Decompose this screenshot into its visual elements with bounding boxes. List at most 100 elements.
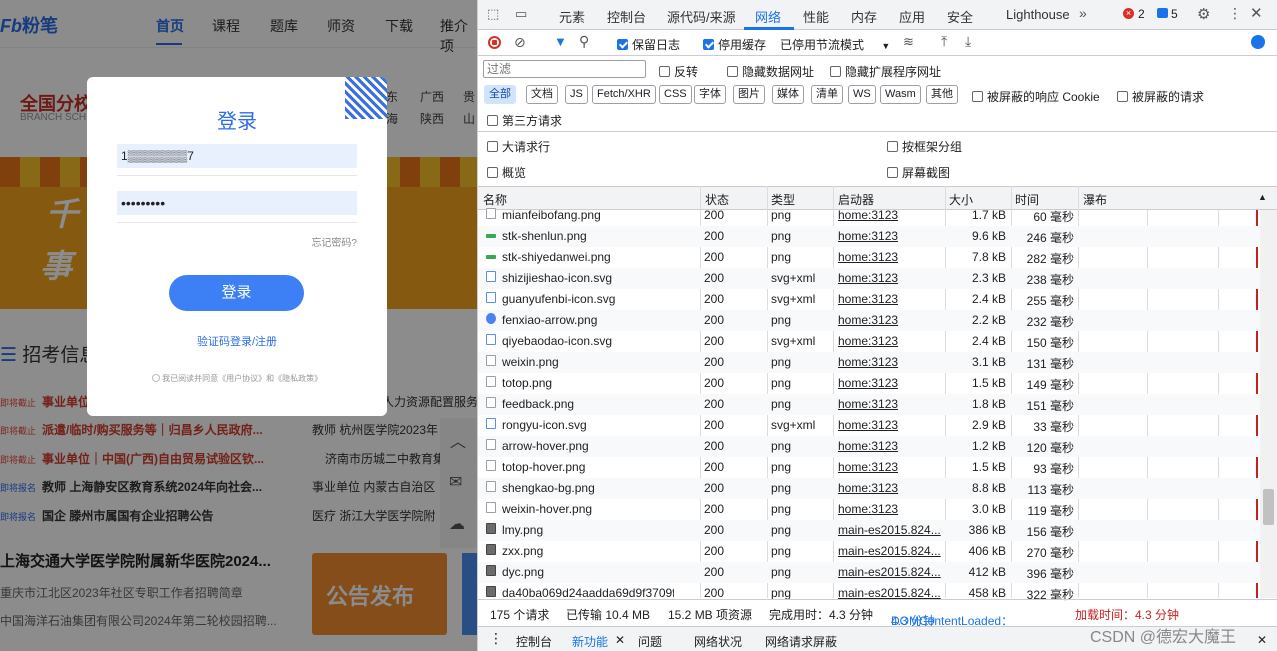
tab-console[interactable]: 控制台 — [607, 7, 646, 26]
table-row[interactable]: dyc.png 200 png main-es2015.824... 412 kB 396… — [478, 562, 1260, 583]
table-scrollbar[interactable] — [1260, 210, 1277, 598]
drawer-tab-whats-new[interactable]: 新功能 — [572, 633, 608, 650]
table-row[interactable]: lmy.png 200 png main-es2015.824... 386 kB 156… — [478, 520, 1260, 541]
request-initiator[interactable]: home:3123 — [838, 229, 942, 243]
tab-network[interactable]: 网络 — [755, 7, 781, 26]
request-initiator[interactable]: main-es2015.824... — [838, 565, 942, 579]
tab-security[interactable]: 安全 — [947, 7, 973, 26]
sms-login-link[interactable]: 验证码登录/注册 — [87, 333, 387, 349]
close-drawer-icon[interactable]: ✕ — [1257, 633, 1267, 647]
tab-performance[interactable]: 性能 — [803, 7, 829, 26]
forgot-password-link[interactable]: 忘记密码? — [311, 234, 357, 249]
table-row[interactable]: arrow-hover.png 200 png home:3123 1.2 kB 120 … — [478, 436, 1260, 457]
tab-elements[interactable]: 元素 — [559, 7, 585, 26]
drawer-tab-request-blocking[interactable]: 网络请求屏蔽 — [765, 633, 837, 650]
request-initiator[interactable]: home:3123 — [838, 502, 942, 516]
request-initiator[interactable]: home:3123 — [838, 397, 942, 411]
filter-input[interactable] — [483, 60, 646, 78]
overview-checkbox[interactable]: 概览 — [487, 164, 526, 181]
table-row[interactable]: stk-shiyedanwei.png 200 png home:3123 7.8 kB… — [478, 247, 1260, 268]
login-button[interactable]: 登录 — [169, 275, 304, 311]
table-row[interactable]: shizijieshao-icon.svg 200 svg+xml home:3123… — [478, 268, 1260, 289]
drawer-tab-network-conditions[interactable]: 网络状况 — [694, 633, 742, 650]
preserve-log-checkbox[interactable]: 保留日志 — [617, 36, 680, 53]
table-row[interactable]: weixin.png 200 png home:3123 3.1 kB 131 毫秒 — [478, 352, 1260, 373]
type-filter-ws[interactable]: WS — [848, 85, 876, 104]
export-har-icon[interactable]: ⤓ — [965, 33, 971, 50]
message-count[interactable]: 5 — [1171, 7, 1178, 21]
table-row[interactable]: zxx.png 200 png main-es2015.824... 406 kB 270… — [478, 541, 1260, 562]
error-icon[interactable]: × — [1123, 8, 1134, 19]
table-row[interactable]: fenxiao-arrow.png 200 png home:3123 2.2 kB 23… — [478, 310, 1260, 331]
tab-memory[interactable]: 内存 — [851, 7, 877, 26]
request-initiator[interactable]: home:3123 — [838, 334, 942, 348]
table-row[interactable]: stk-shenlun.png 200 png home:3123 9.6 kB 246 … — [478, 226, 1260, 247]
filter-icon[interactable]: ▼ — [554, 34, 567, 49]
table-row[interactable]: shengkao-bg.png 200 png home:3123 8.8 kB 113 … — [478, 478, 1260, 499]
request-initiator[interactable]: main-es2015.824... — [838, 544, 942, 558]
request-initiator[interactable]: home:3123 — [838, 313, 942, 327]
scrollbar-thumb[interactable] — [1263, 489, 1274, 525]
settings-gear-icon[interactable]: ⚙ — [1197, 5, 1210, 23]
request-initiator[interactable]: home:3123 — [838, 376, 942, 390]
request-initiator[interactable]: main-es2015.824... — [838, 523, 942, 537]
password-input[interactable] — [117, 191, 357, 215]
table-row[interactable]: rongyu-icon.svg 200 svg+xml home:3123 2.9 kB… — [478, 415, 1260, 436]
request-initiator[interactable]: home:3123 — [838, 292, 942, 306]
type-filter-manifest[interactable]: 清单 — [811, 85, 843, 104]
drawer-tab-close-icon[interactable]: ✕ — [615, 633, 625, 647]
request-initiator[interactable]: home:3123 — [838, 481, 942, 495]
blocked-cookies-checkbox[interactable]: 被屏蔽的响应 Cookie — [972, 88, 1100, 105]
table-row[interactable]: mianfeibofang.png 200 png home:3123 1.7 kB 60… — [478, 205, 1260, 226]
hide-extension-urls-checkbox[interactable]: 隐藏扩展程序网址 — [830, 63, 941, 80]
request-initiator[interactable]: home:3123 — [838, 208, 942, 222]
network-settings-icon[interactable] — [1251, 35, 1265, 49]
close-devtools-icon[interactable]: ✕ — [1250, 4, 1263, 22]
search-icon[interactable]: ⚲ — [579, 33, 589, 50]
type-filter-js[interactable]: JS — [565, 85, 588, 104]
import-har-icon[interactable]: ⤒ — [941, 33, 947, 50]
table-row[interactable]: weixin-hover.png 200 png home:3123 3.0 kB 119… — [478, 499, 1260, 520]
big-request-rows-checkbox[interactable]: 大请求行 — [487, 138, 550, 155]
request-initiator[interactable]: home:3123 — [838, 439, 942, 453]
type-filter-fetch[interactable]: Fetch/XHR — [592, 85, 656, 104]
type-filter-other[interactable]: 其他 — [926, 85, 958, 104]
request-initiator[interactable]: home:3123 — [838, 418, 942, 432]
throttle-select[interactable]: 已停用节流模式 ▼ — [780, 36, 890, 53]
record-icon[interactable] — [488, 36, 501, 49]
type-filter-img[interactable]: 图片 — [733, 85, 765, 104]
phone-input[interactable] — [117, 144, 357, 168]
more-tabs-icon[interactable]: » — [1079, 5, 1087, 21]
table-row[interactable]: totop.png 200 png home:3123 1.5 kB 149 毫秒 — [478, 373, 1260, 394]
request-initiator[interactable]: home:3123 — [838, 460, 942, 474]
agree-radio[interactable] — [151, 374, 160, 382]
type-filter-all[interactable]: 全部 — [484, 85, 516, 104]
type-filter-doc[interactable]: 文档 — [526, 85, 558, 104]
device-toggle-icon[interactable]: ▭ — [515, 6, 527, 22]
blocked-requests-checkbox[interactable]: 被屏蔽的请求 — [1117, 88, 1204, 105]
invert-checkbox[interactable]: 反转 — [659, 63, 698, 80]
type-filter-media[interactable]: 媒体 — [772, 85, 804, 104]
network-conditions-icon[interactable]: ≋ — [903, 34, 914, 50]
error-count[interactable]: 2 — [1138, 7, 1145, 21]
tab-application[interactable]: 应用 — [899, 7, 925, 26]
request-initiator[interactable]: main-es2015.824... — [838, 586, 942, 600]
sort-up-icon[interactable]: ▲ — [1258, 192, 1267, 202]
request-initiator[interactable]: home:3123 — [838, 355, 942, 369]
type-filter-font[interactable]: 字体 — [694, 85, 726, 104]
table-row[interactable]: totop-hover.png 200 png home:3123 1.5 kB 93 毫… — [478, 457, 1260, 478]
third-party-checkbox[interactable]: 第三方请求 — [487, 112, 562, 129]
request-initiator[interactable]: home:3123 — [838, 250, 942, 264]
screenshots-checkbox[interactable]: 屏幕截图 — [887, 164, 950, 181]
table-row[interactable]: feedback.png 200 png home:3123 1.8 kB 151 毫秒 — [478, 394, 1260, 415]
kebab-menu-icon[interactable]: ⋮ — [1228, 5, 1242, 22]
drawer-tab-console[interactable]: 控制台 — [516, 633, 552, 650]
message-icon[interactable] — [1157, 8, 1168, 18]
hide-data-urls-checkbox[interactable]: 隐藏数据网址 — [727, 63, 814, 80]
drawer-menu-icon[interactable]: ⋮ — [489, 630, 503, 647]
request-initiator[interactable]: home:3123 — [838, 271, 942, 285]
clear-icon[interactable]: ⊘ — [514, 34, 526, 51]
table-row[interactable]: qiyebaodao-icon.svg 200 svg+xml home:3123 2.… — [478, 331, 1260, 352]
table-row[interactable]: guanyufenbi-icon.svg 200 svg+xml home:3123 2… — [478, 289, 1260, 310]
type-filter-wasm[interactable]: Wasm — [880, 85, 921, 104]
